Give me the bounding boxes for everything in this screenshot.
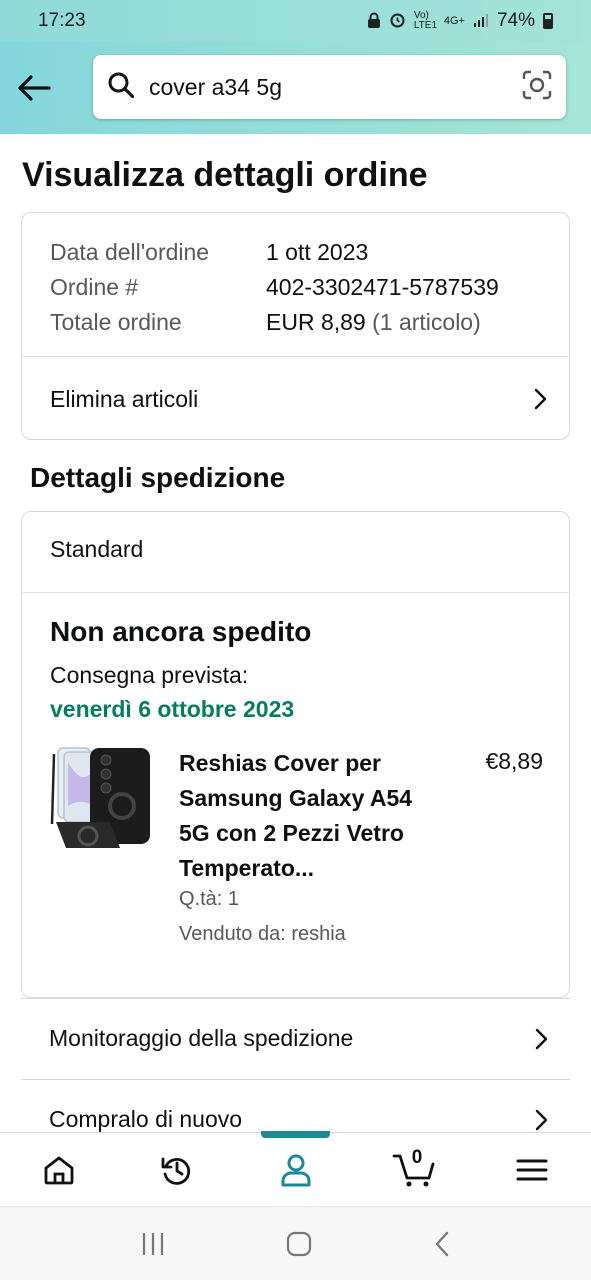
divider	[22, 592, 569, 593]
nav-menu[interactable]	[473, 1133, 591, 1206]
chevron-right-icon	[535, 1028, 548, 1049]
nav-history[interactable]	[118, 1133, 236, 1206]
network-label: 4G+	[443, 15, 465, 27]
product-image[interactable]	[50, 744, 154, 854]
page-title: Visualizza dettagli ordine	[22, 156, 428, 194]
delivery-label: Consegna prevista:	[50, 662, 249, 688]
bottom-nav: 0	[0, 1131, 591, 1206]
status-time: 17:23	[38, 10, 86, 31]
search-input[interactable]: cover a34 5g	[149, 74, 522, 101]
chevron-right-icon	[535, 1109, 548, 1130]
shipment-status: Non ancora spedito	[50, 616, 312, 647]
account-icon	[281, 1154, 310, 1186]
search-bar[interactable]: cover a34 5g	[93, 55, 566, 119]
product-quantity: Q.tà: 1	[179, 888, 240, 910]
track-shipment-label: Monitoraggio della spedizione	[49, 1025, 354, 1051]
order-number-value: 402-3302471-5787539	[266, 274, 499, 300]
recent-apps-icon[interactable]	[140, 1231, 166, 1257]
back-arrow-icon	[18, 75, 51, 101]
lock-icon	[367, 12, 381, 31]
signal-icon	[473, 12, 489, 31]
status-bar: 17:23 Vo) LTE1 4G+ 74%	[0, 0, 591, 42]
home-icon	[44, 1156, 74, 1184]
order-item-count: (1 articolo)	[372, 309, 481, 335]
nav-cart[interactable]: 0	[355, 1133, 473, 1206]
nav-home[interactable]	[0, 1133, 118, 1206]
search-icon	[107, 71, 135, 104]
track-shipment-link[interactable]: Monitoraggio della spedizione	[21, 998, 570, 1078]
order-date-value: 1 ott 2023	[266, 239, 369, 265]
alarm-icon	[389, 11, 406, 31]
battery-percent: 74%	[496, 10, 535, 31]
camera-lens-icon[interactable]	[522, 70, 552, 105]
order-total-row: Totale ordine EUR 8,89 (1 articolo)	[50, 305, 541, 340]
system-nav-bar	[0, 1206, 591, 1280]
chevron-right-icon	[534, 388, 547, 410]
delete-items-label: Elimina articoli	[50, 385, 199, 412]
nav-account[interactable]	[236, 1131, 354, 1206]
shipment-section-title: Dettagli spedizione	[30, 462, 286, 493]
order-total-amount: EUR 8,89	[266, 309, 366, 335]
menu-icon	[516, 1159, 548, 1180]
status-icons: Vo) LTE1 4G+ 74%	[367, 10, 553, 32]
delivery-date: venerdì 6 ottobre 2023	[50, 696, 295, 722]
history-icon	[161, 1157, 191, 1185]
order-total-label: Totale ordine	[50, 309, 182, 335]
back-nav-icon[interactable]	[433, 1231, 451, 1257]
battery-icon	[543, 13, 553, 29]
order-info: Data dell'ordine 1 ott 2023 Ordine # 402…	[22, 213, 569, 340]
order-date-label: Data dell'ordine	[50, 239, 210, 265]
shipping-method: Standard	[50, 536, 144, 562]
product-title-link[interactable]: Reshias Cover per Samsung Galaxy A54 5G …	[179, 746, 434, 886]
order-total-value: EUR 8,89 (1 articolo)	[266, 305, 481, 340]
product-price: €8,89	[485, 748, 543, 774]
app-header: cover a34 5g	[0, 42, 591, 134]
shipment-card: Standard Non ancora spedito Consegna pre…	[21, 511, 570, 998]
delete-items-link[interactable]: Elimina articoli	[22, 357, 569, 441]
order-number-row: Ordine # 402-3302471-5787539	[50, 270, 541, 305]
order-date-row: Data dell'ordine 1 ott 2023	[50, 235, 541, 270]
buy-again-label: Compralo di nuovo	[49, 1106, 243, 1132]
product-seller: Venduto da: reshia	[179, 923, 346, 945]
back-button[interactable]	[14, 68, 54, 108]
volte-label: Vo) LTE1	[413, 10, 438, 31]
home-button-icon[interactable]	[286, 1231, 312, 1257]
order-details-content: Visualizza dettagli ordine Data dell'ord…	[0, 134, 591, 1132]
cart-count: 0	[411, 1147, 423, 1168]
buy-again-link[interactable]: Compralo di nuovo	[21, 1079, 570, 1132]
order-summary-card: Data dell'ordine 1 ott 2023 Ordine # 402…	[21, 212, 570, 440]
order-number-label: Ordine #	[50, 274, 139, 300]
